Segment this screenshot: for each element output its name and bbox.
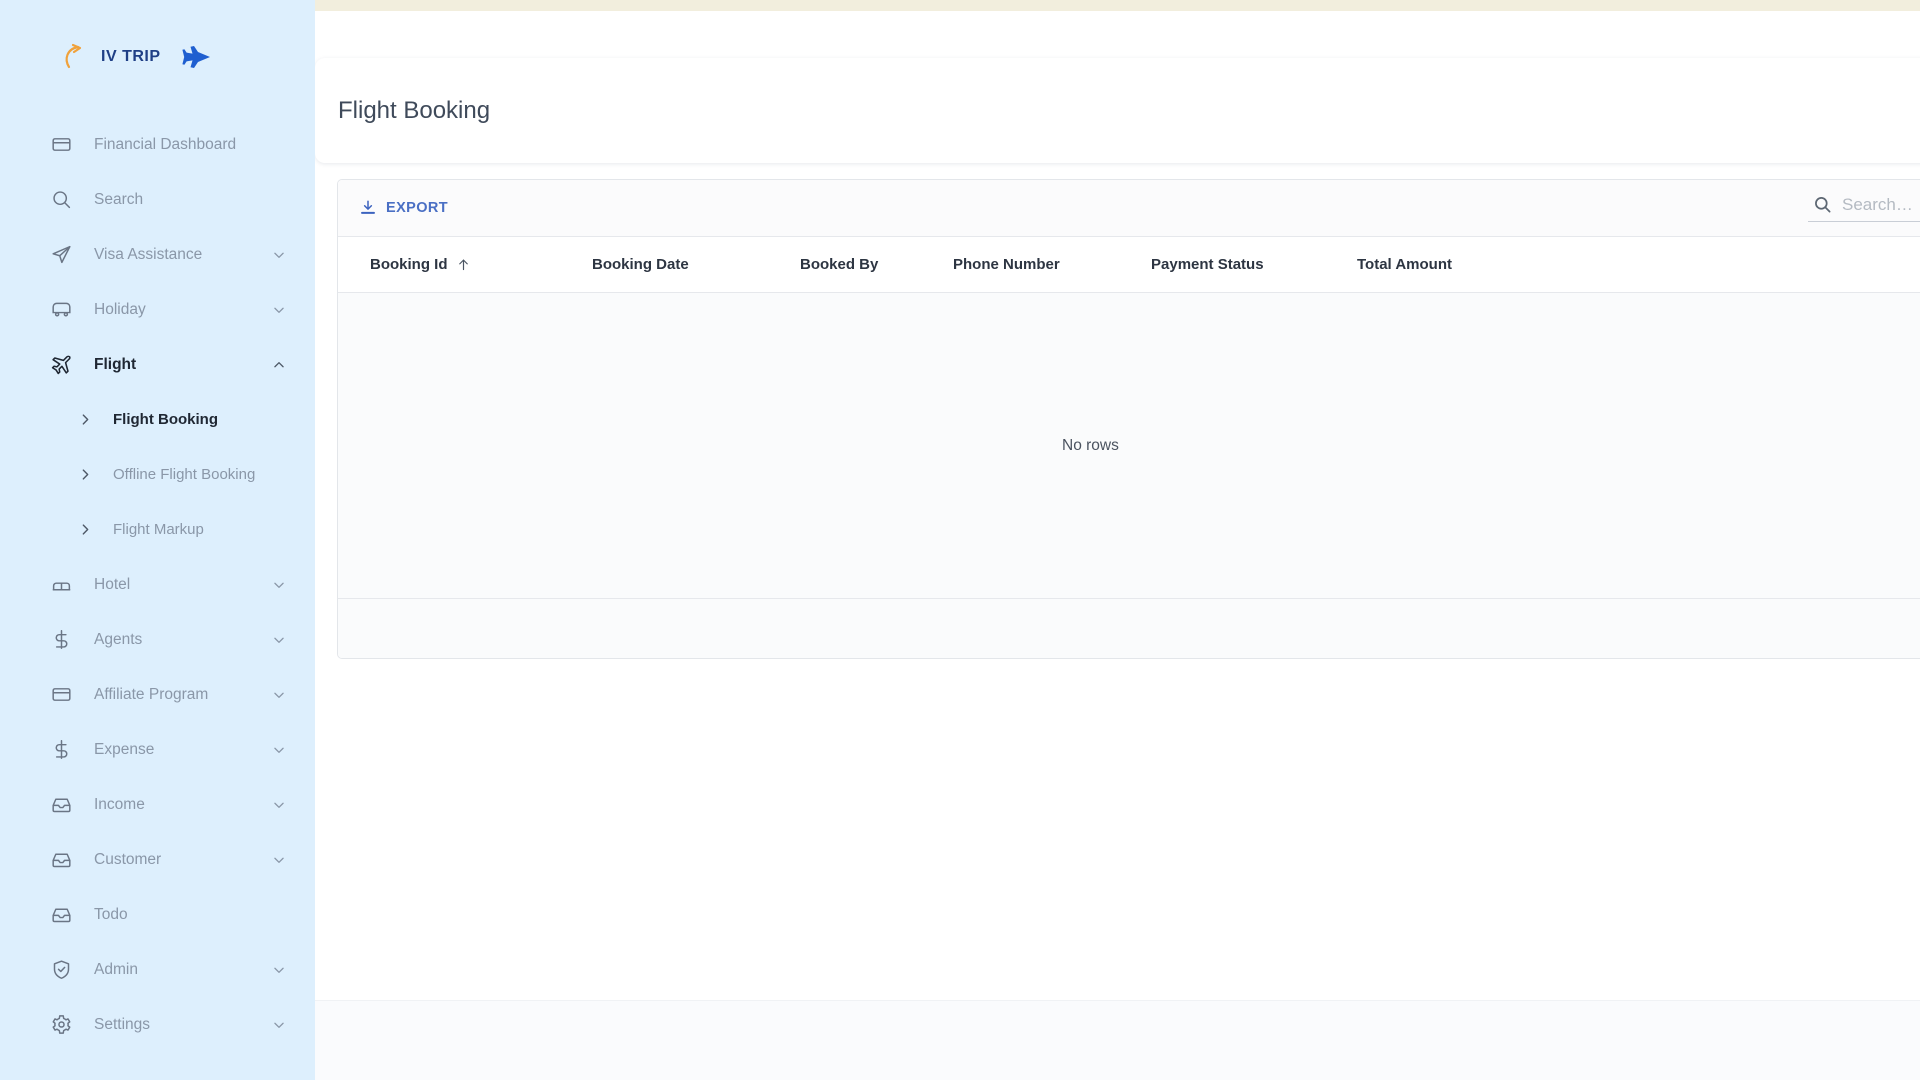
sidebar-item-hotel[interactable]: Hotel: [0, 557, 315, 612]
inbox-icon: [50, 794, 72, 816]
sidebar-item-label: Todo: [94, 905, 128, 923]
arrow-up-icon[interactable]: [456, 257, 471, 272]
bus-icon: [50, 299, 72, 321]
sidebar-item-admin[interactable]: Admin: [0, 942, 315, 997]
column-label: Booked By: [800, 256, 879, 273]
grid-column-headers: Booking Id Booking Date Booked By Phone …: [338, 236, 1920, 293]
page-title: Flight Booking: [338, 96, 491, 124]
grid-body: No rows: [338, 293, 1920, 598]
column-label: Payment Status: [1151, 256, 1264, 273]
blue-airplane-icon: [181, 44, 212, 70]
empty-state-message: No rows: [1062, 436, 1119, 454]
sidebar-item-label: Visa Assistance: [94, 245, 203, 263]
sidebar-item-income[interactable]: Income: [0, 777, 315, 832]
page-title-card: Flight Booking: [315, 58, 1920, 163]
column-label: Phone Number: [953, 256, 1060, 273]
chevron-right-icon: [78, 523, 92, 537]
brand-name: IV TRIP: [101, 48, 161, 65]
sidebar-item-label: Flight: [94, 355, 137, 373]
chevron-down-icon[interactable]: [271, 687, 287, 703]
chevron-down-icon[interactable]: [271, 742, 287, 758]
sidebar-item-label: Income: [94, 795, 145, 813]
chevron-down-icon[interactable]: [271, 247, 287, 263]
search-icon: [1812, 195, 1832, 215]
dollar-icon: [50, 629, 72, 651]
sidebar-subitem-flight-booking[interactable]: Flight Booking: [0, 392, 315, 447]
search-input[interactable]: [1842, 194, 1920, 215]
airplane-icon: [50, 354, 72, 376]
sidebar-item-financial-dashboard[interactable]: Financial Dashboard: [0, 117, 315, 172]
sidebar-item-label: Settings: [94, 1015, 151, 1033]
sidebar-nav: Financial Dashboard Search Visa Assistan…: [0, 103, 315, 1052]
inbox-icon: [50, 849, 72, 871]
chevron-right-icon: [78, 468, 92, 482]
chevron-down-icon[interactable]: [271, 577, 287, 593]
bed-icon: [50, 574, 72, 596]
sidebar-item-label: Search: [94, 190, 144, 208]
grid-toolbar: EXPORT: [338, 180, 1920, 236]
chevron-down-icon[interactable]: [271, 302, 287, 318]
sidebar-subitem-label: Flight Booking: [113, 411, 218, 428]
send-icon: [50, 244, 72, 266]
sidebar-item-customer[interactable]: Customer: [0, 832, 315, 887]
sidebar-item-label: Financial Dashboard: [94, 135, 237, 153]
column-header-booked-by[interactable]: Booked By: [778, 256, 931, 273]
sidebar-item-label: Holiday: [94, 300, 146, 318]
export-button-label: EXPORT: [386, 200, 449, 216]
chevron-down-icon[interactable]: [271, 1017, 287, 1033]
grid-search[interactable]: [1808, 194, 1920, 222]
gear-icon: [50, 1014, 72, 1036]
chevron-down-icon[interactable]: [271, 632, 287, 648]
dollar-icon: [50, 739, 72, 761]
column-label: Booking Id: [370, 256, 448, 273]
sidebar-subitem-offline-flight-booking[interactable]: Offline Flight Booking: [0, 447, 315, 502]
column-label: Booking Date: [592, 256, 689, 273]
data-grid: EXPORT Booking Id: [337, 179, 1920, 659]
column-header-booking-date[interactable]: Booking Date: [570, 256, 778, 273]
sidebar: IV TRIP Financial Dashboard Search Visa …: [0, 0, 315, 1080]
column-label: Total Amount: [1357, 256, 1452, 273]
sidebar-item-label: Affiliate Program: [94, 685, 209, 703]
credit-card-icon: [50, 134, 72, 156]
inbox-icon: [50, 904, 72, 926]
sidebar-item-label: Agents: [94, 630, 143, 648]
swoosh-arrow-icon: [62, 43, 88, 71]
sidebar-subitem-flight-markup[interactable]: Flight Markup: [0, 502, 315, 557]
sidebar-item-label: Hotel: [94, 575, 131, 593]
chevron-down-icon[interactable]: [271, 962, 287, 978]
export-button[interactable]: EXPORT: [348, 193, 458, 224]
sidebar-item-label: Expense: [94, 740, 155, 758]
download-icon: [358, 199, 377, 218]
sidebar-item-search[interactable]: Search: [0, 172, 315, 227]
main-content: Flight Booking EXPORT Search… Booking Id…: [315, 11, 1920, 1080]
search-icon: [50, 189, 72, 211]
shield-check-icon: [50, 959, 72, 981]
chevron-up-icon[interactable]: [271, 357, 287, 373]
sidebar-item-label: Customer: [94, 850, 162, 868]
sidebar-item-flight[interactable]: Flight: [0, 337, 315, 392]
column-header-payment-status[interactable]: Payment Status: [1129, 256, 1335, 273]
sidebar-item-todo[interactable]: Todo: [0, 887, 315, 942]
grid-footer: [338, 598, 1920, 658]
sidebar-item-agents[interactable]: Agents: [0, 612, 315, 667]
sidebar-item-visa-assistance[interactable]: Visa Assistance: [0, 227, 315, 282]
credit-card-icon: [50, 684, 72, 706]
sidebar-item-holiday[interactable]: Holiday: [0, 282, 315, 337]
sidebar-item-expense[interactable]: Expense: [0, 722, 315, 777]
column-header-booking-id[interactable]: Booking Id: [348, 256, 570, 273]
chevron-right-icon: [78, 413, 92, 427]
chevron-down-icon[interactable]: [271, 852, 287, 868]
brand-logo[interactable]: IV TRIP: [0, 11, 315, 103]
chevron-down-icon[interactable]: [271, 797, 287, 813]
sidebar-subitem-label: Offline Flight Booking: [113, 466, 256, 483]
sidebar-item-affiliate-program[interactable]: Affiliate Program: [0, 667, 315, 722]
page-lower-band: [315, 1000, 1920, 1080]
column-header-total-amount[interactable]: Total Amount: [1335, 256, 1535, 273]
sidebar-item-settings[interactable]: Settings: [0, 997, 315, 1052]
sidebar-subitem-label: Flight Markup: [113, 521, 204, 538]
column-header-phone-number[interactable]: Phone Number: [931, 256, 1129, 273]
app-root: IV TRIP Financial Dashboard Search Visa …: [0, 0, 1920, 1080]
sidebar-item-label: Admin: [94, 960, 138, 978]
